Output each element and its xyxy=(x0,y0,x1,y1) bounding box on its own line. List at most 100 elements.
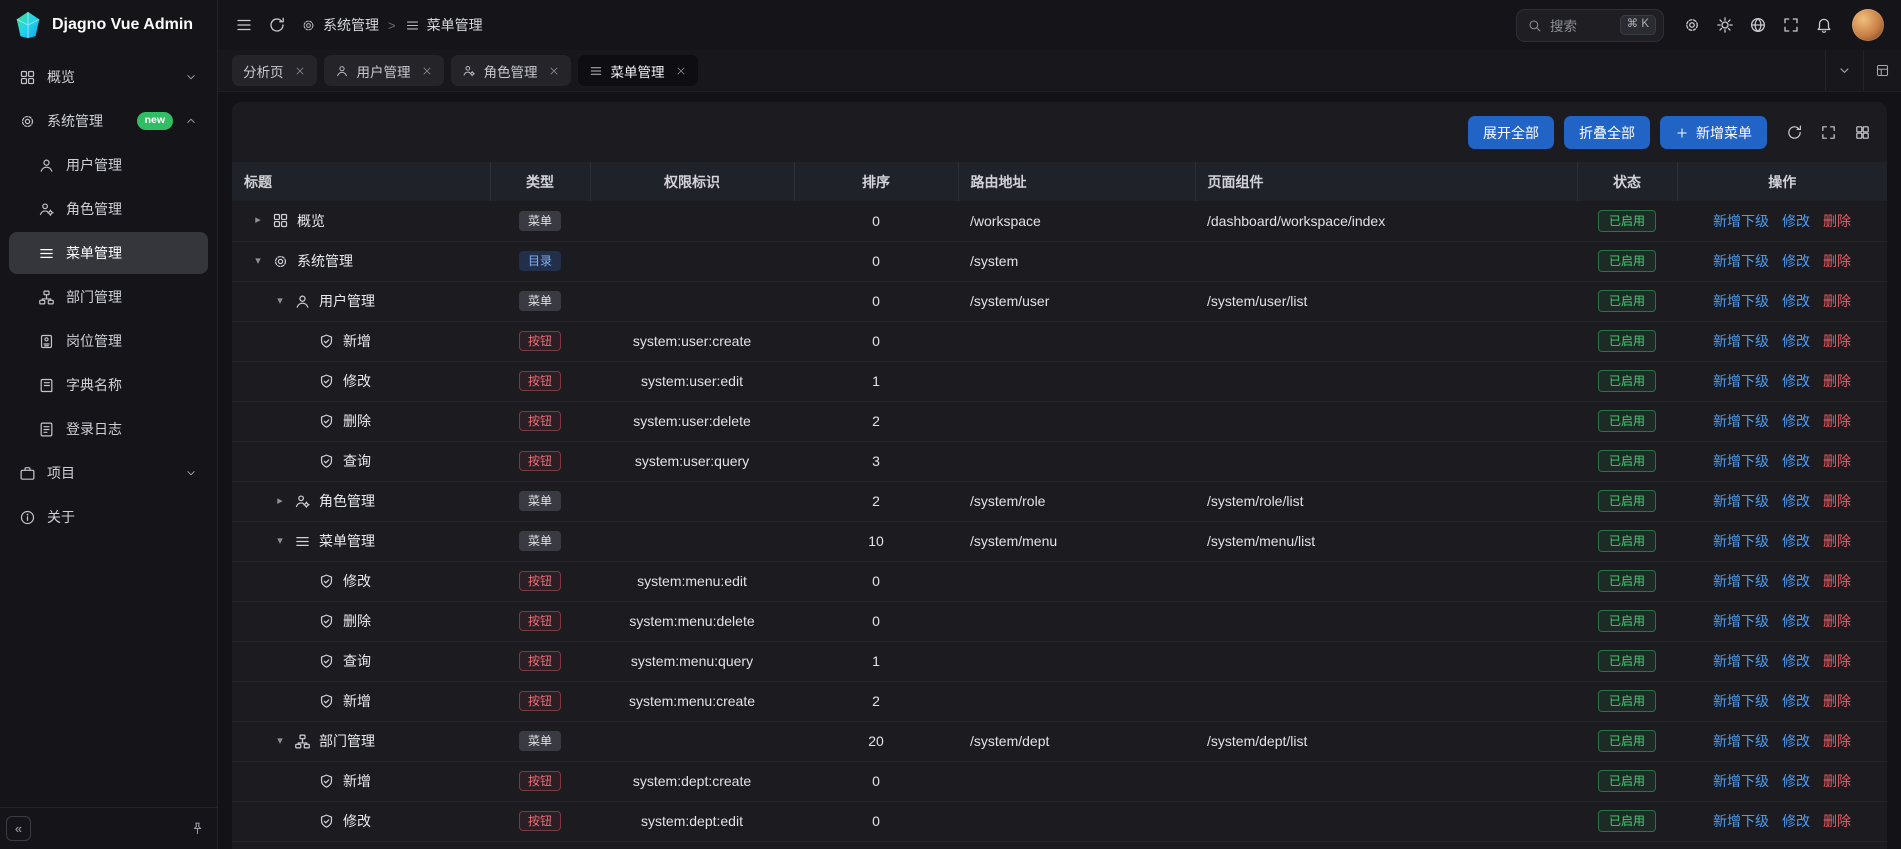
refresh-icon[interactable] xyxy=(268,16,286,34)
edit-link[interactable]: 修改 xyxy=(1782,651,1810,671)
close-icon[interactable] xyxy=(421,65,433,77)
edit-link[interactable]: 修改 xyxy=(1782,691,1810,711)
sidebar-item[interactable]: 岗位管理 xyxy=(9,320,208,362)
add-child-link[interactable]: 新增下级 xyxy=(1713,211,1769,231)
add-child-link[interactable]: 新增下级 xyxy=(1713,291,1769,311)
add-child-link[interactable]: 新增下级 xyxy=(1713,651,1769,671)
edit-link[interactable]: 修改 xyxy=(1782,211,1810,231)
add-child-link[interactable]: 新增下级 xyxy=(1713,611,1769,631)
caret-down-icon[interactable]: ▾ xyxy=(274,296,286,307)
delete-link[interactable]: 删除 xyxy=(1823,531,1851,551)
tab-item[interactable]: 分析页 xyxy=(232,55,317,86)
add-child-link[interactable]: 新增下级 xyxy=(1713,451,1769,471)
add-child-link[interactable]: 新增下级 xyxy=(1713,811,1769,831)
edit-link[interactable]: 修改 xyxy=(1782,411,1810,431)
delete-link[interactable]: 删除 xyxy=(1823,731,1851,751)
app-logo[interactable]: Djagno Vue Admin xyxy=(0,0,217,50)
sidebar-item[interactable]: 登录日志 xyxy=(9,408,208,450)
edit-link[interactable]: 修改 xyxy=(1782,811,1810,831)
delete-link[interactable]: 删除 xyxy=(1823,211,1851,231)
sidebar-item[interactable]: 关于 xyxy=(9,496,208,538)
caret-down-icon[interactable]: ▾ xyxy=(274,736,286,747)
language-icon[interactable] xyxy=(1749,16,1767,34)
sort-cell: 0 xyxy=(794,561,958,601)
delete-link[interactable]: 删除 xyxy=(1823,411,1851,431)
delete-link[interactable]: 删除 xyxy=(1823,691,1851,711)
expand-all-button[interactable]: 展开全部 xyxy=(1468,116,1554,149)
tab-item[interactable]: 角色管理 xyxy=(451,55,571,86)
add-child-link[interactable]: 新增下级 xyxy=(1713,691,1769,711)
add-child-link[interactable]: 新增下级 xyxy=(1713,371,1769,391)
edit-link[interactable]: 修改 xyxy=(1782,291,1810,311)
close-icon[interactable] xyxy=(675,65,687,77)
search-input[interactable]: 搜索 ⌘ K xyxy=(1516,9,1664,42)
route-cell xyxy=(958,561,1195,601)
delete-link[interactable]: 删除 xyxy=(1823,571,1851,591)
edit-link[interactable]: 修改 xyxy=(1782,531,1810,551)
edit-link[interactable]: 修改 xyxy=(1782,251,1810,271)
edit-link[interactable]: 修改 xyxy=(1782,371,1810,391)
delete-link[interactable]: 删除 xyxy=(1823,491,1851,511)
sidebar-item[interactable]: 项目 xyxy=(9,452,208,494)
sidebar-item[interactable]: 系统管理new xyxy=(9,100,208,142)
fullscreen-icon[interactable] xyxy=(1820,124,1837,141)
add-child-link[interactable]: 新增下级 xyxy=(1713,771,1769,791)
delete-link[interactable]: 删除 xyxy=(1823,771,1851,791)
edit-link[interactable]: 修改 xyxy=(1782,451,1810,471)
sidebar-item[interactable]: 角色管理 xyxy=(9,188,208,230)
table-settings-icon[interactable] xyxy=(1854,124,1871,141)
status-badge: 已启用 xyxy=(1598,810,1656,832)
avatar[interactable] xyxy=(1852,9,1884,41)
tab-item[interactable]: 用户管理 xyxy=(324,55,444,86)
add-child-link[interactable]: 新增下级 xyxy=(1713,731,1769,751)
delete-link[interactable]: 删除 xyxy=(1823,331,1851,351)
caret-down-icon[interactable]: ▾ xyxy=(274,536,286,547)
add-child-link[interactable]: 新增下级 xyxy=(1713,251,1769,271)
delete-link[interactable]: 删除 xyxy=(1823,651,1851,671)
edit-link[interactable]: 修改 xyxy=(1782,331,1810,351)
sidebar-collapse-button[interactable]: « xyxy=(6,816,31,841)
add-child-link[interactable]: 新增下级 xyxy=(1713,411,1769,431)
sun-icon[interactable] xyxy=(1716,16,1734,34)
caret-down-icon[interactable]: ▾ xyxy=(252,256,264,267)
breadcrumb-item[interactable]: 系统管理 xyxy=(301,15,379,35)
sidebar-item[interactable]: 概览 xyxy=(9,56,208,98)
delete-link[interactable]: 删除 xyxy=(1823,251,1851,271)
project-icon xyxy=(19,465,36,482)
sidebar-item[interactable]: 字典名称 xyxy=(9,364,208,406)
layout-button[interactable] xyxy=(1863,50,1901,91)
tab-item[interactable]: 菜单管理 xyxy=(578,55,698,86)
delete-link[interactable]: 删除 xyxy=(1823,611,1851,631)
edit-link[interactable]: 修改 xyxy=(1782,491,1810,511)
refresh-icon[interactable] xyxy=(1786,124,1803,141)
add-child-link[interactable]: 新增下级 xyxy=(1713,491,1769,511)
delete-link[interactable]: 删除 xyxy=(1823,371,1851,391)
fullscreen-icon[interactable] xyxy=(1782,16,1800,34)
edit-link[interactable]: 修改 xyxy=(1782,731,1810,751)
caret-right-icon[interactable]: ▸ xyxy=(252,215,264,226)
sidebar-item[interactable]: 菜单管理 xyxy=(9,232,208,274)
add-child-link[interactable]: 新增下级 xyxy=(1713,531,1769,551)
delete-link[interactable]: 删除 xyxy=(1823,291,1851,311)
sidebar-item[interactable]: 部门管理 xyxy=(9,276,208,318)
chevron-down-button[interactable] xyxy=(1825,50,1863,91)
add-child-link[interactable]: 新增下级 xyxy=(1713,331,1769,351)
route-cell: /system/menu xyxy=(958,521,1195,561)
sidebar-item[interactable]: 用户管理 xyxy=(9,144,208,186)
add-menu-button[interactable]: 新增菜单 xyxy=(1660,116,1767,149)
delete-link[interactable]: 删除 xyxy=(1823,811,1851,831)
collapse-all-button[interactable]: 折叠全部 xyxy=(1564,116,1650,149)
bell-icon[interactable] xyxy=(1815,16,1833,34)
edit-link[interactable]: 修改 xyxy=(1782,771,1810,791)
pin-icon[interactable] xyxy=(190,821,205,836)
edit-link[interactable]: 修改 xyxy=(1782,611,1810,631)
add-child-link[interactable]: 新增下级 xyxy=(1713,571,1769,591)
hamburger-icon[interactable] xyxy=(235,16,253,34)
settings-gear-icon[interactable] xyxy=(1683,16,1701,34)
close-icon[interactable] xyxy=(548,65,560,77)
edit-link[interactable]: 修改 xyxy=(1782,571,1810,591)
breadcrumb-item[interactable]: 菜单管理 xyxy=(405,15,483,35)
delete-link[interactable]: 删除 xyxy=(1823,451,1851,471)
caret-right-icon[interactable]: ▸ xyxy=(274,496,286,507)
close-icon[interactable] xyxy=(294,65,306,77)
